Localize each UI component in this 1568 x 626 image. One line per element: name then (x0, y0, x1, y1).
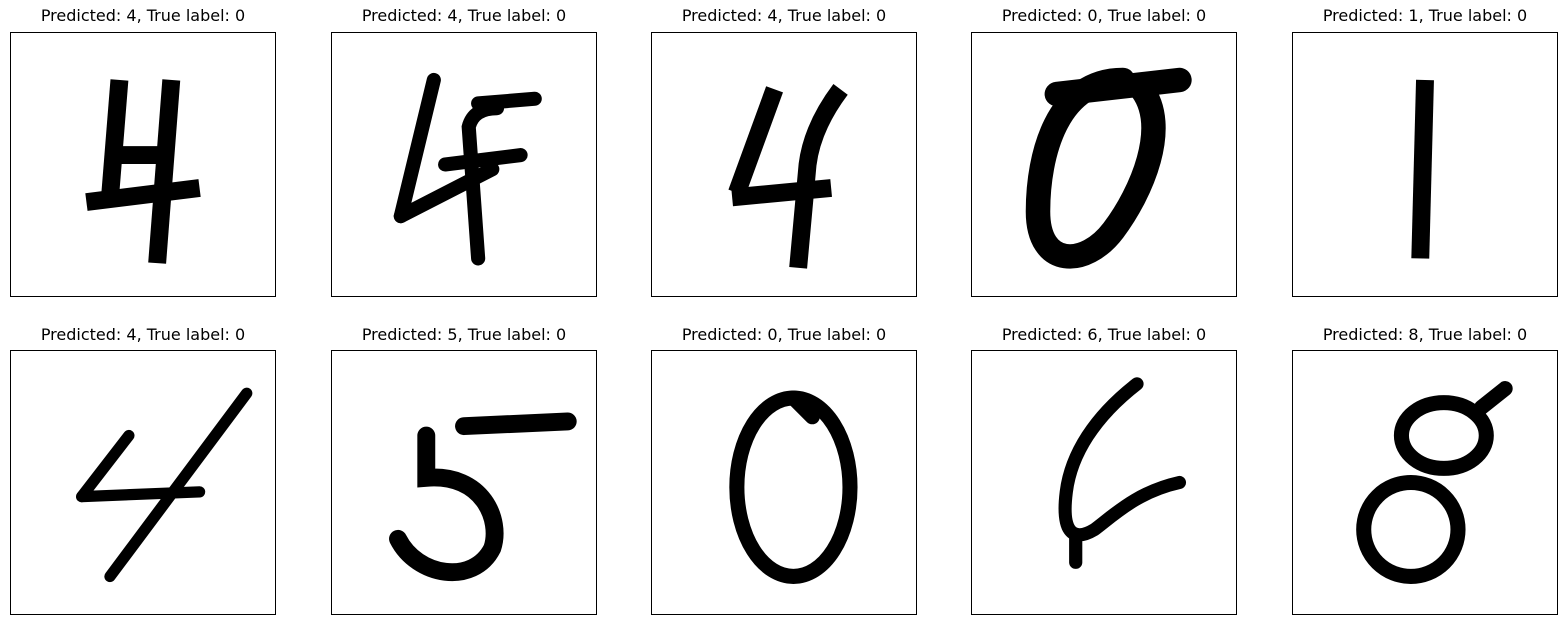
panel-title: Predicted: 4, True label: 0 (681, 6, 887, 25)
handwritten-digit-4-image (728, 84, 848, 269)
digit-image-frame (331, 350, 597, 615)
digit-image-frame (971, 32, 1237, 297)
panel-title: Predicted: 5, True label: 0 (361, 325, 567, 344)
panel-title: Predicted: 4, True label: 0 (361, 6, 567, 25)
digit-image-frame (971, 350, 1237, 615)
panel-title: Predicted: 0, True label: 0 (1001, 6, 1207, 25)
panel-title: Predicted: 1, True label: 0 (1322, 6, 1528, 25)
digit-image-frame (651, 32, 917, 297)
handwritten-digit-0-image (1025, 67, 1192, 269)
digit-image-frame (1292, 32, 1558, 297)
handwritten-digit-4-image (85, 79, 201, 264)
handwritten-digit-4-image (76, 387, 253, 583)
handwritten-digit-8-image (1356, 381, 1513, 584)
handwritten-digit-0-image (729, 390, 858, 584)
handwritten-digit-6-image (1058, 377, 1187, 569)
digit-image-frame (1292, 350, 1558, 615)
handwritten-digit-4-image (393, 72, 542, 266)
panel-title: Predicted: 0, True label: 0 (681, 325, 887, 344)
digit-image-frame (10, 32, 276, 297)
panel-title: Predicted: 8, True label: 0 (1322, 325, 1528, 344)
handwritten-digit-5-image (389, 412, 577, 582)
digit-image-frame (10, 350, 276, 615)
prediction-grid-figure: Predicted: 4, True label: 0 Predicted: 4… (0, 0, 1568, 626)
panel-title: Predicted: 6, True label: 0 (1001, 325, 1207, 344)
handwritten-digit-1-image (1411, 79, 1434, 259)
panel-title: Predicted: 4, True label: 0 (40, 6, 246, 25)
panel-title: Predicted: 4, True label: 0 (40, 325, 246, 344)
digit-image-frame (331, 32, 597, 297)
digit-image-frame (651, 350, 917, 615)
